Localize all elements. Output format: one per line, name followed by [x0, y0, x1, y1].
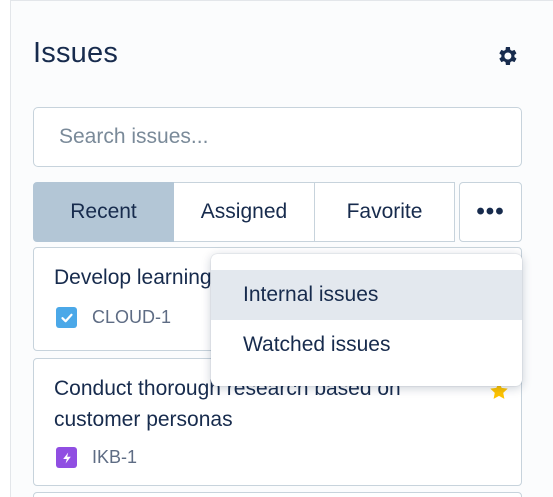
issue-key: IKB-1 — [92, 447, 138, 467]
menu-item-watched-issues[interactable]: Watched issues — [211, 320, 522, 370]
issue-key-row: IKB-1 — [56, 447, 137, 468]
tab-favorite-label: Favorite — [346, 200, 423, 223]
tab-recent[interactable]: Recent — [33, 182, 174, 242]
tab-assigned[interactable]: Assigned — [174, 182, 315, 242]
more-tabs-dropdown: Internal issues Watched issues — [211, 254, 522, 386]
issue-key-row: CLOUD-1 — [56, 307, 171, 328]
menu-item-label: Internal issues — [243, 283, 379, 306]
tab-assigned-label: Assigned — [200, 200, 288, 223]
tab-favorite[interactable]: Favorite — [315, 182, 455, 242]
issues-panel: Issues Recent Assigned Favorite ••• Deve… — [10, 0, 553, 497]
tab-recent-label: Recent — [70, 200, 137, 223]
issue-tabs: Recent Assigned Favorite ••• — [33, 182, 522, 242]
epic-lightning-icon — [56, 447, 77, 468]
menu-item-internal-issues[interactable]: Internal issues — [211, 270, 522, 320]
more-horizontal-icon: ••• — [476, 198, 505, 225]
issue-title-line2: customer personas — [54, 408, 233, 431]
gear-icon[interactable] — [495, 44, 519, 68]
menu-item-label: Watched issues — [243, 333, 391, 356]
more-tabs-button[interactable]: ••• — [459, 182, 522, 242]
issue-card[interactable] — [33, 492, 522, 497]
search-input[interactable] — [33, 107, 522, 167]
issue-key: CLOUD-1 — [92, 307, 172, 327]
task-checkbox-icon — [56, 307, 77, 328]
panel-title: Issues — [33, 37, 119, 69]
